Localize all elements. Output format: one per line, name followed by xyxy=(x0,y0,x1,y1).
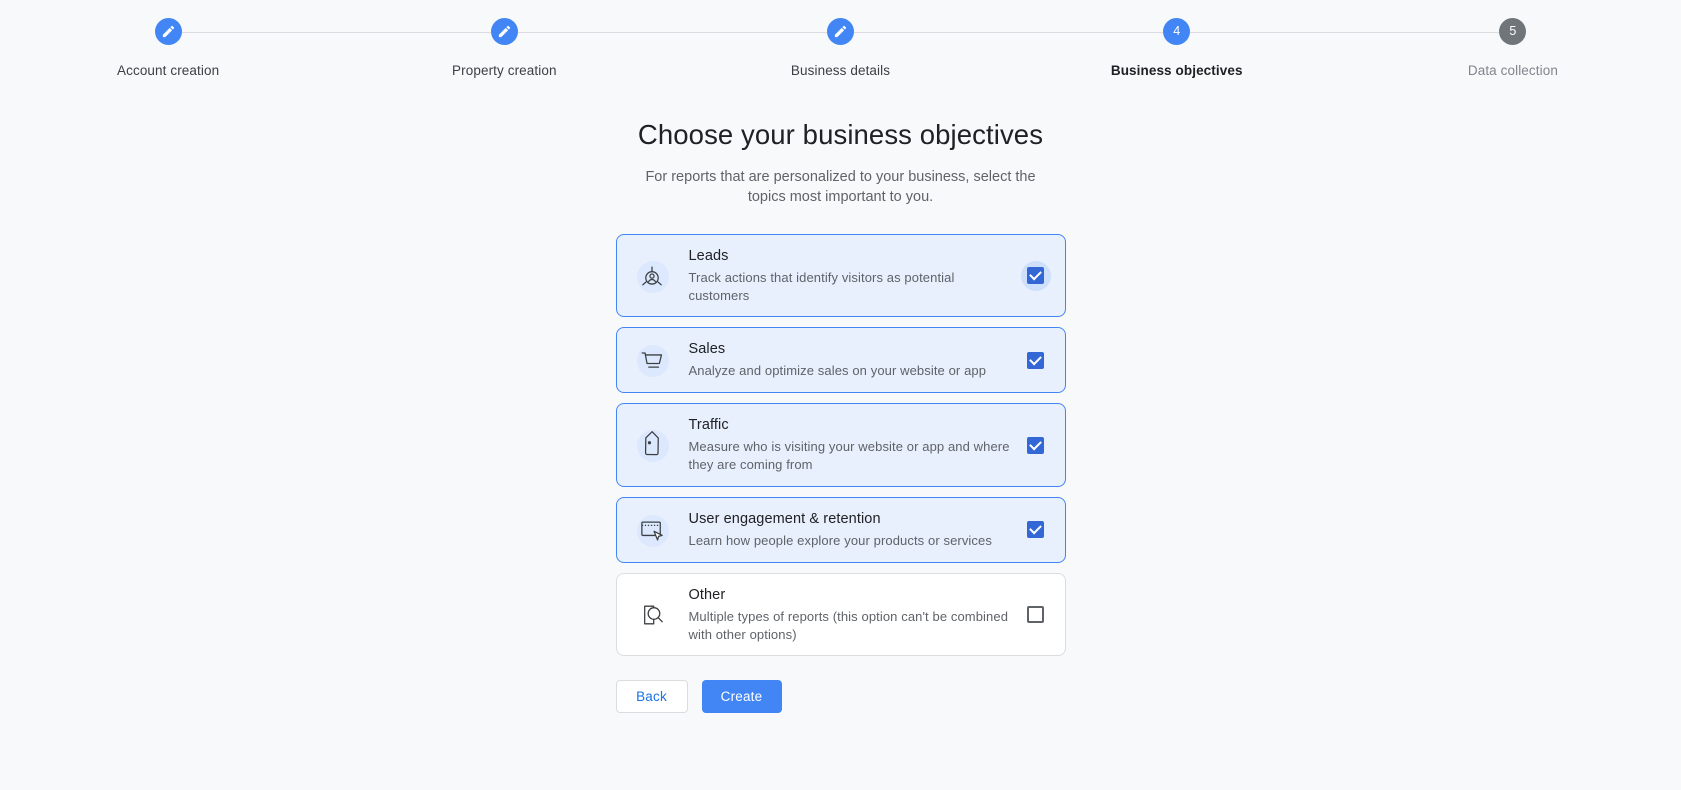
objective-text: Leads Track actions that identify visitor… xyxy=(689,247,1021,305)
progress-stepper: Account creation Property creation Busines… xyxy=(0,0,1681,86)
stepper-step-label: Property creation xyxy=(452,63,557,78)
stepper-step-1: Account creation xyxy=(0,18,505,78)
objective-text: Other Multiple types of reports (this opt… xyxy=(689,586,1021,644)
pencil-icon xyxy=(490,18,518,45)
stepper-track: Account creation Property creation Busines… xyxy=(0,18,1681,78)
objective-card[interactable]: User engagement & retention Learn how peo… xyxy=(615,496,1066,563)
stepper-step-4: 4 Business objectives xyxy=(1009,18,1513,78)
step-number-badge: 4 xyxy=(1163,18,1191,45)
window-cursor-icon xyxy=(633,511,671,549)
checkbox-box[interactable] xyxy=(1027,521,1044,539)
stepper-step-label: Business objectives xyxy=(1110,63,1243,78)
objective-title: Sales xyxy=(688,341,726,358)
objective-description: Learn how people explore your products o… xyxy=(688,532,992,548)
stepper-step-3: Business details xyxy=(672,18,1177,78)
checkbox-box[interactable] xyxy=(1027,606,1044,624)
objectives-list: Leads Track actions that identify visitor… xyxy=(615,233,1066,657)
objective-checkbox[interactable] xyxy=(1021,345,1051,375)
main-content: Choose your business objectives For repo… xyxy=(0,86,1681,714)
checkbox-box[interactable] xyxy=(1027,351,1044,369)
stepper-step-label: Data collection xyxy=(1467,63,1558,78)
document-magnifier-icon xyxy=(633,596,671,634)
objective-checkbox[interactable] xyxy=(1021,515,1051,545)
stepper-step-label: Business details xyxy=(790,63,891,78)
lead-person-target-icon xyxy=(633,257,671,295)
form-actions: Back Create xyxy=(615,680,1066,714)
objective-title: Traffic xyxy=(688,417,729,434)
objective-card[interactable]: Traffic Measure who is visiting your webs… xyxy=(615,403,1066,487)
objective-title: Other xyxy=(688,586,726,603)
stepper-step-2: Property creation xyxy=(336,18,841,78)
price-tag-icon xyxy=(633,426,671,464)
objective-card[interactable]: Other Multiple types of reports (this opt… xyxy=(615,572,1066,657)
objective-description: Track actions that identify visitors as … xyxy=(688,269,955,303)
page-subtitle: For reports that are personalized to you… xyxy=(645,169,1036,205)
objective-title: Leads xyxy=(688,247,729,264)
objective-description: Analyze and optimize sales on your websi… xyxy=(688,363,987,379)
create-button[interactable]: Create xyxy=(701,680,782,714)
page-title: Choose your business objectives xyxy=(637,119,1044,150)
objective-description: Multiple types of reports (this option c… xyxy=(688,608,1009,642)
step-number-badge: 5 xyxy=(1499,18,1527,45)
objective-checkbox[interactable] xyxy=(1021,600,1051,630)
objective-text: Traffic Measure who is visiting your webs… xyxy=(689,416,1021,474)
checkbox-box[interactable] xyxy=(1027,267,1044,285)
stepper-step-5: 5 Data collection xyxy=(1345,18,1681,78)
objective-card[interactable]: Sales Analyze and optimize sales on your … xyxy=(615,327,1066,394)
shopping-cart-icon xyxy=(633,341,671,379)
objective-checkbox[interactable] xyxy=(1020,260,1051,291)
back-button[interactable]: Back xyxy=(615,680,688,714)
objective-title: User engagement & retention xyxy=(688,510,881,527)
objective-description: Measure who is visiting your website or … xyxy=(688,439,1010,472)
stepper-step-label: Account creation xyxy=(117,63,220,78)
pencil-icon xyxy=(154,18,182,45)
objective-card[interactable]: Leads Track actions that identify visitor… xyxy=(615,233,1066,318)
objective-checkbox[interactable] xyxy=(1021,430,1051,460)
checkbox-box[interactable] xyxy=(1027,436,1044,454)
objective-text: Sales Analyze and optimize sales on your … xyxy=(689,340,1021,380)
objective-text: User engagement & retention Learn how peo… xyxy=(689,510,1021,550)
pencil-icon xyxy=(827,18,854,45)
